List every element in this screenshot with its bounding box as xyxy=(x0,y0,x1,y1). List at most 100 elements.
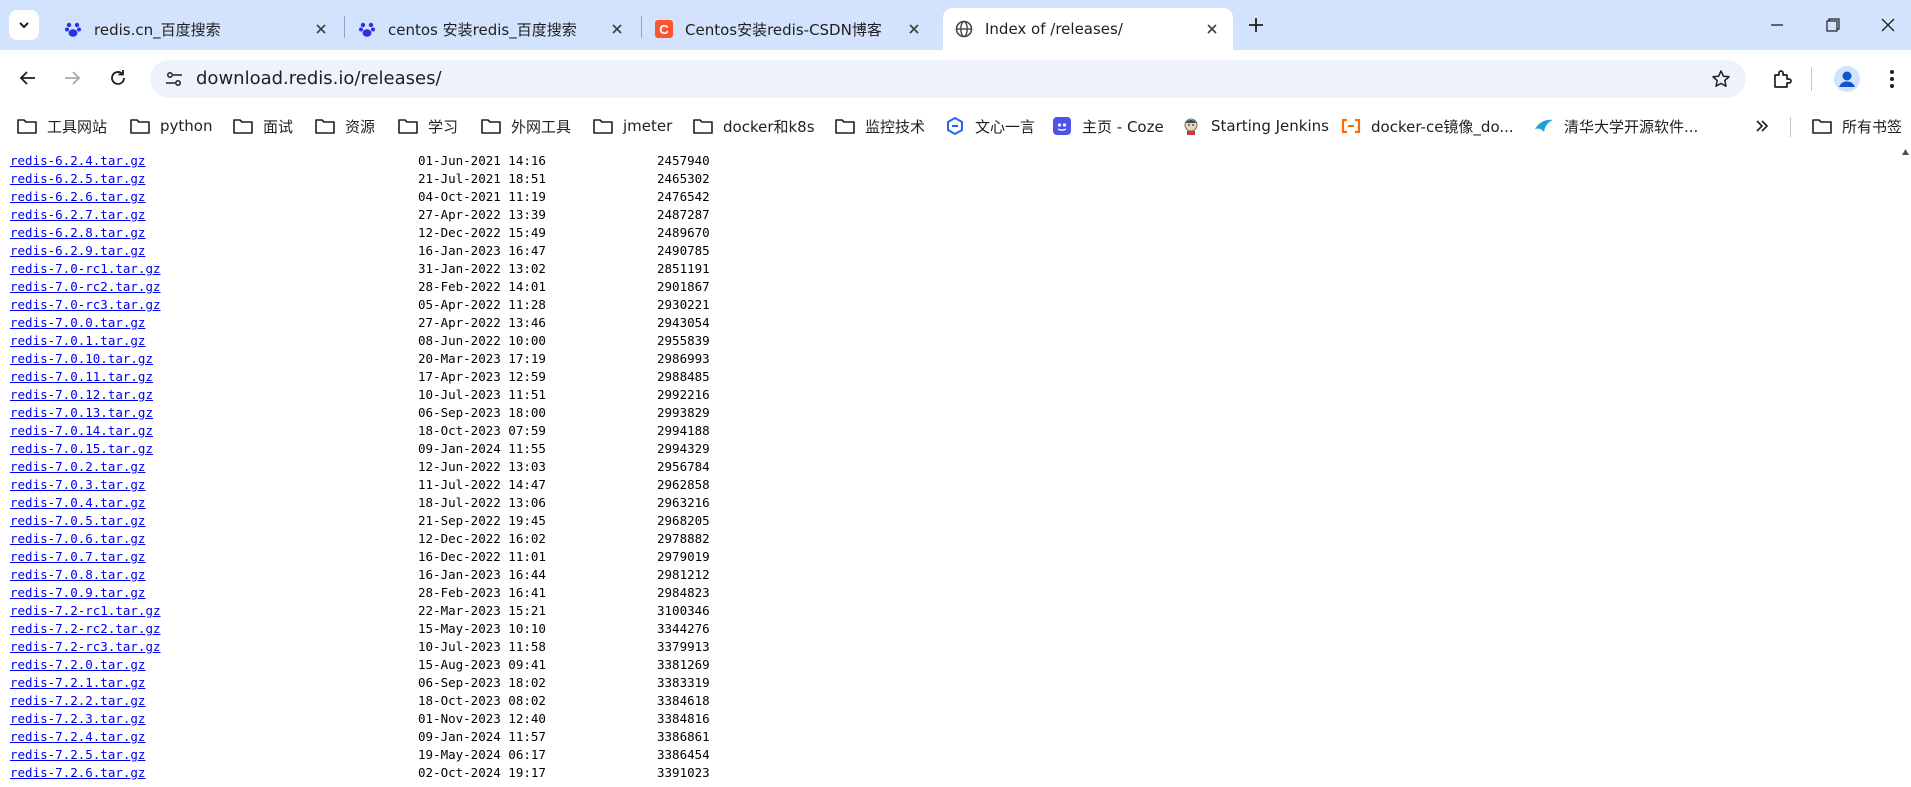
close-icon[interactable] xyxy=(608,20,626,38)
file-date: 15-May-2023 10:10 xyxy=(418,621,546,636)
file-size: 2978882 xyxy=(657,531,710,546)
bookmark-label: docker和k8s xyxy=(723,117,815,136)
window-close-button[interactable] xyxy=(1870,10,1906,40)
file-link[interactable]: redis-7.0.0.tar.gz xyxy=(10,314,145,332)
bookmark-folder-external-tools[interactable]: 外网工具 xyxy=(481,112,571,140)
bookmark-star-icon[interactable] xyxy=(1708,66,1734,92)
file-link[interactable]: redis-7.0.9.tar.gz xyxy=(10,584,145,602)
file-link[interactable]: redis-6.2.9.tar.gz xyxy=(10,242,145,260)
file-link[interactable]: redis-7.0.5.tar.gz xyxy=(10,512,145,530)
file-link[interactable]: redis-7.0.13.tar.gz xyxy=(10,404,153,422)
file-link[interactable]: redis-7.2-rc1.tar.gz xyxy=(10,602,161,620)
file-link[interactable]: redis-7.0.8.tar.gz xyxy=(10,566,145,584)
reload-button[interactable] xyxy=(102,62,134,94)
file-date: 31-Jan-2022 13:02 xyxy=(418,261,546,276)
site-info-icon[interactable] xyxy=(160,65,188,93)
profile-button[interactable] xyxy=(1832,64,1862,94)
tab-centos-search[interactable]: centos 安装redis_百度搜索 xyxy=(346,8,638,50)
tab-title: Centos安装redis-CSDN博客 xyxy=(685,20,882,39)
file-link[interactable]: redis-7.2.2.tar.gz xyxy=(10,692,145,710)
bookmark-docker-ce-mirror[interactable]: docker-ce镜像_do... xyxy=(1341,112,1514,140)
tab-csdn[interactable]: C Centos安装redis-CSDN博客 xyxy=(643,8,935,50)
vertical-scrollbar[interactable] xyxy=(1900,144,1911,787)
file-size: 2956784 xyxy=(657,459,710,474)
file-link[interactable]: redis-7.0.15.tar.gz xyxy=(10,440,153,458)
new-tab-button[interactable] xyxy=(1243,12,1269,38)
file-link[interactable]: redis-7.0.12.tar.gz xyxy=(10,386,153,404)
wenxin-icon xyxy=(945,117,965,135)
listing-row: redis-7.2.2.tar.gz 18-Oct-2023 08:02 33846… xyxy=(10,692,830,710)
bookmarks-overflow-button[interactable] xyxy=(1752,116,1772,136)
bookmark-folder-tools[interactable]: 工具网站 xyxy=(17,112,107,140)
extensions-button[interactable] xyxy=(1767,64,1797,94)
more-vertical-icon xyxy=(1890,70,1894,88)
tab-redis-cn[interactable]: redis.cn_百度搜索 xyxy=(52,8,342,50)
address-bar[interactable]: download.redis.io/releases/ xyxy=(150,60,1746,98)
file-link[interactable]: redis-7.0.6.tar.gz xyxy=(10,530,145,548)
file-link[interactable]: redis-7.0.1.tar.gz xyxy=(10,332,145,350)
file-link[interactable]: redis-7.2.4.tar.gz xyxy=(10,728,145,746)
file-link[interactable]: redis-7.0.10.tar.gz xyxy=(10,350,153,368)
file-link[interactable]: redis-7.0.7.tar.gz xyxy=(10,548,145,566)
forward-button[interactable] xyxy=(56,62,88,94)
bookmark-folder-resources[interactable]: 资源 xyxy=(315,112,375,140)
bookmark-folder-interview[interactable]: 面试 xyxy=(233,112,293,140)
url-text[interactable]: download.redis.io/releases/ xyxy=(196,60,442,98)
bookmark-tsinghua-mirror[interactable]: 清华大学开源软件... xyxy=(1534,112,1698,140)
plus-icon xyxy=(1249,18,1263,32)
bookmark-jenkins[interactable]: Starting Jenkins xyxy=(1181,112,1329,140)
file-link[interactable]: redis-7.0.14.tar.gz xyxy=(10,422,153,440)
close-icon[interactable] xyxy=(1203,20,1221,38)
file-link[interactable]: redis-7.2.5.tar.gz xyxy=(10,746,145,764)
tab-releases-index[interactable]: Index of /releases/ xyxy=(943,8,1233,50)
file-size: 3386861 xyxy=(657,729,710,744)
file-link[interactable]: redis-7.0.4.tar.gz xyxy=(10,494,145,512)
file-link[interactable]: redis-7.0.11.tar.gz xyxy=(10,368,153,386)
file-date: 28-Feb-2023 16:41 xyxy=(418,585,546,600)
listing-row: redis-7.0-rc2.tar.gz 28-Feb-2022 14:01 290… xyxy=(10,278,830,296)
file-link[interactable]: redis-7.0-rc3.tar.gz xyxy=(10,296,161,314)
tab-search-button[interactable] xyxy=(9,10,39,40)
listing-row: redis-7.0-rc1.tar.gz 31-Jan-2022 13:02 285… xyxy=(10,260,830,278)
file-link[interactable]: redis-6.2.5.tar.gz xyxy=(10,170,145,188)
scroll-up-arrow-icon[interactable] xyxy=(1901,148,1910,156)
bookmark-coze[interactable]: 主页 - Coze xyxy=(1052,112,1164,140)
bookmark-folder-study[interactable]: 学习 xyxy=(398,112,458,140)
bookmark-folder-python[interactable]: python xyxy=(130,112,212,140)
file-link[interactable]: redis-6.2.7.tar.gz xyxy=(10,206,145,224)
file-link[interactable]: redis-6.2.8.tar.gz xyxy=(10,224,145,242)
bookmark-folder-monitoring[interactable]: 监控技术 xyxy=(835,112,925,140)
file-link[interactable]: redis-7.2.0.tar.gz xyxy=(10,656,145,674)
bookmark-folder-jmeter[interactable]: jmeter xyxy=(593,112,672,140)
bookmark-folder-docker-k8s[interactable]: docker和k8s xyxy=(693,112,815,140)
file-link[interactable]: redis-6.2.4.tar.gz xyxy=(10,152,145,170)
file-link[interactable]: redis-7.2-rc2.tar.gz xyxy=(10,620,161,638)
file-link[interactable]: redis-7.2.1.tar.gz xyxy=(10,674,145,692)
listing-row: redis-7.0.14.tar.gz 18-Oct-2023 07:59 2994… xyxy=(10,422,830,440)
menu-button[interactable] xyxy=(1877,64,1907,94)
file-size: 2955839 xyxy=(657,333,710,348)
file-date: 18-Oct-2023 07:59 xyxy=(418,423,546,438)
all-bookmarks-button[interactable]: 所有书签 xyxy=(1812,112,1902,140)
file-link[interactable]: redis-6.2.6.tar.gz xyxy=(10,188,145,206)
file-link[interactable]: redis-7.2-rc3.tar.gz xyxy=(10,638,161,656)
minimize-button[interactable] xyxy=(1759,10,1795,40)
file-link[interactable]: redis-7.0.2.tar.gz xyxy=(10,458,145,476)
bookmark-label: docker-ce镜像_do... xyxy=(1371,117,1514,136)
close-icon[interactable] xyxy=(312,20,330,38)
file-link[interactable]: redis-7.0.3.tar.gz xyxy=(10,476,145,494)
restore-button[interactable] xyxy=(1815,10,1851,40)
file-size: 2476542 xyxy=(657,189,710,204)
file-link[interactable]: redis-7.0-rc2.tar.gz xyxy=(10,278,161,296)
back-button[interactable] xyxy=(12,62,44,94)
listing-row: redis-6.2.5.tar.gz 21-Jul-2021 18:51 24653… xyxy=(10,170,830,188)
file-link[interactable]: redis-7.2.6.tar.gz xyxy=(10,764,145,782)
page-content: redis-6.2.4.tar.gz 01-Jun-2021 14:16 24579… xyxy=(0,144,1900,787)
file-link[interactable]: redis-7.2.3.tar.gz xyxy=(10,710,145,728)
file-date: 19-May-2024 06:17 xyxy=(418,747,546,762)
listing-row: redis-7.0.1.tar.gz 08-Jun-2022 10:00 29558… xyxy=(10,332,830,350)
folder-icon xyxy=(130,117,150,135)
bookmark-wenxin[interactable]: 文心一言 xyxy=(945,112,1035,140)
file-link[interactable]: redis-7.0-rc1.tar.gz xyxy=(10,260,161,278)
close-icon[interactable] xyxy=(905,20,923,38)
